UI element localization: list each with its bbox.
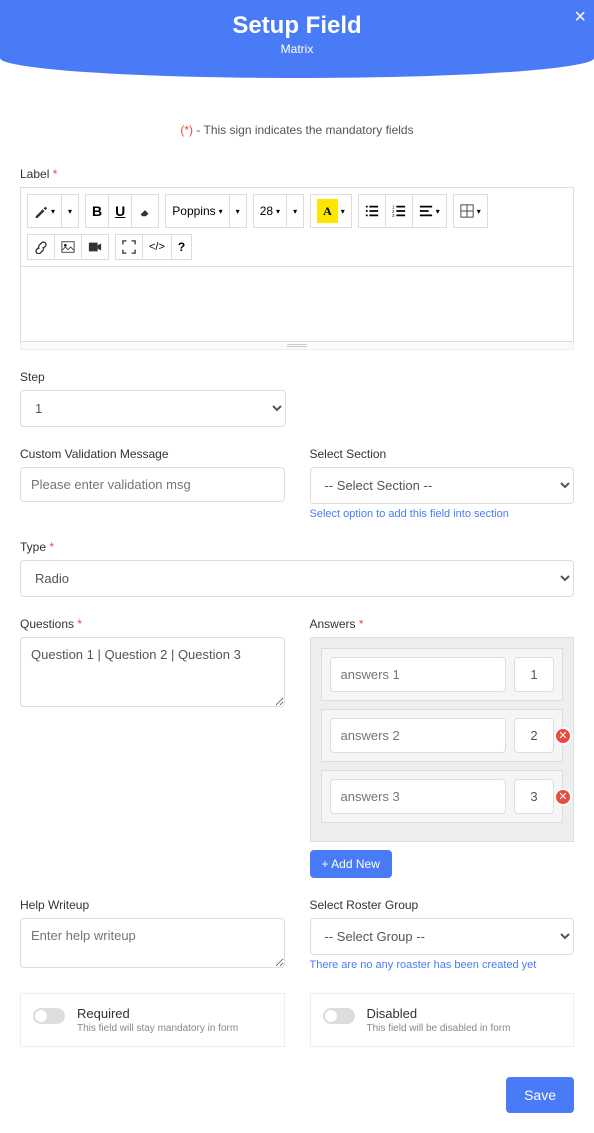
required-desc: This field will stay mandatory in form (77, 1023, 238, 1034)
section-select[interactable]: -- Select Section -- (310, 467, 575, 504)
modal-header: Setup Field Matrix × (0, 0, 594, 78)
font-family-select[interactable]: Poppins ▾ (166, 195, 229, 227)
validation-label: Custom Validation Message (20, 447, 285, 461)
editor-toolbar: ▾ ▾ B U Poppins ▾ ▾ 28 ▾ ▾ A ▾ 123 (20, 187, 574, 267)
list-ol-icon[interactable]: 123 (386, 195, 413, 227)
answer-row: ✕ (321, 770, 564, 823)
link-icon[interactable] (28, 235, 55, 259)
answer-row (321, 648, 564, 701)
answer-text-input[interactable] (330, 657, 507, 692)
step-label: Step (20, 370, 574, 384)
font-family-dropdown[interactable]: ▾ (230, 195, 246, 227)
section-hint: Select option to add this field into sec… (310, 508, 575, 520)
answer-row: ✕ (321, 709, 564, 762)
bold-button[interactable]: B (86, 195, 109, 227)
required-toggle-box: Required This field will stay mandatory … (20, 993, 285, 1047)
underline-button[interactable]: U (109, 195, 132, 227)
step-select[interactable]: 1 (20, 390, 286, 427)
font-size-dropdown[interactable]: ▾ (287, 195, 303, 227)
answer-text-input[interactable] (330, 779, 507, 814)
add-answer-button[interactable]: + Add New (310, 850, 392, 878)
image-icon[interactable] (55, 235, 82, 259)
font-color-button[interactable]: A ▾ (311, 195, 351, 227)
type-select[interactable]: Radio (20, 560, 574, 597)
disabled-desc: This field will be disabled in form (367, 1023, 511, 1034)
answers-label: Answers * (310, 617, 575, 631)
section-label: Select Section (310, 447, 575, 461)
list-ul-icon[interactable] (359, 195, 386, 227)
help-icon[interactable]: ? (172, 235, 191, 259)
delete-answer-icon[interactable]: ✕ (554, 727, 572, 745)
help-label: Help Writeup (20, 898, 285, 912)
font-size-select[interactable]: 28 ▾ (254, 195, 287, 227)
disabled-toggle[interactable] (323, 1008, 355, 1024)
answer-text-input[interactable] (330, 718, 507, 753)
disabled-title: Disabled (367, 1006, 511, 1021)
questions-label: Questions * (20, 617, 285, 631)
close-icon[interactable]: × (574, 6, 586, 29)
editor-resize-handle[interactable] (20, 342, 574, 350)
save-button[interactable]: Save (506, 1077, 574, 1113)
video-icon[interactable] (82, 235, 108, 259)
mandatory-star: (*) (180, 123, 193, 137)
answer-num-input[interactable] (514, 657, 554, 692)
code-icon[interactable]: </> (143, 235, 172, 259)
help-textarea[interactable] (20, 918, 285, 968)
roster-hint: There are no any roaster has been create… (310, 959, 575, 971)
roster-select[interactable]: -- Select Group -- (310, 918, 575, 955)
answers-box: ✕✕ (310, 637, 575, 842)
mandatory-note: (*) - This sign indicates the mandatory … (20, 123, 574, 137)
magic-dropdown[interactable]: ▾ (62, 195, 78, 227)
table-icon[interactable]: ▾ (454, 195, 487, 227)
align-icon[interactable]: ▾ (413, 195, 446, 227)
eraser-icon[interactable] (132, 195, 158, 227)
type-label: Type * (20, 540, 574, 554)
label-label: Label * (20, 167, 574, 181)
questions-textarea[interactable] (20, 637, 285, 707)
validation-input[interactable] (20, 467, 285, 502)
modal-title: Setup Field (0, 12, 594, 40)
required-toggle[interactable] (33, 1008, 65, 1024)
svg-text:3: 3 (392, 213, 395, 218)
fullscreen-icon[interactable] (116, 235, 143, 259)
answer-num-input[interactable] (514, 718, 554, 753)
delete-answer-icon[interactable]: ✕ (554, 788, 572, 806)
roster-label: Select Roster Group (310, 898, 575, 912)
answer-num-input[interactable] (514, 779, 554, 814)
label-editor[interactable] (20, 267, 574, 342)
modal-subtitle: Matrix (0, 42, 594, 56)
disabled-toggle-box: Disabled This field will be disabled in … (310, 993, 575, 1047)
magic-icon[interactable]: ▾ (28, 195, 62, 227)
required-title: Required (77, 1006, 238, 1021)
